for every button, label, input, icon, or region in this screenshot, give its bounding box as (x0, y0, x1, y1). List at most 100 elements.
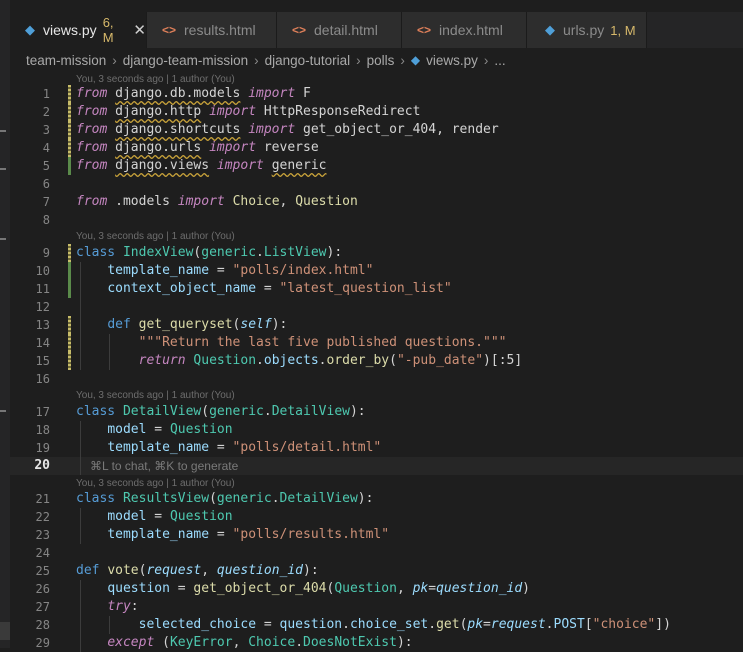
code-text: model = Question (107, 509, 233, 524)
git-added-marker (68, 244, 71, 262)
breadcrumb-item[interactable]: django-tutorial (265, 53, 351, 68)
tab-urls-py[interactable]: ◆ urls.py 1, M (527, 12, 647, 48)
code-line[interactable]: 22 model = Question (10, 508, 743, 526)
activity-indicator (0, 130, 6, 132)
code-lens-text[interactable]: You, 3 seconds ago | 1 author (You) (76, 229, 235, 245)
line-number: 17 (35, 405, 50, 419)
tab-label: index.html (439, 22, 503, 38)
tab-index-html[interactable]: <> index.html (402, 12, 527, 48)
line-number: 21 (35, 492, 50, 506)
line-number: 25 (35, 564, 50, 578)
code-lens: You, 3 seconds ago | 1 author (You) (10, 227, 743, 245)
tab-label: urls.py (563, 22, 605, 38)
current-line[interactable]: 20 ⌘L to chat, ⌘K to generate (10, 457, 743, 475)
code-text: return Question.objects.order_by("-pub_d… (138, 353, 523, 368)
breadcrumb-item[interactable]: polls (367, 53, 395, 68)
tab-views-py[interactable]: ◆ views.py 6, M ✕ (10, 12, 147, 48)
chevron-right-icon: › (356, 52, 361, 68)
code-text: from django.views import generic (76, 158, 327, 173)
code-line[interactable]: 21 class ResultsView(generic.DetailView)… (10, 490, 743, 508)
chevron-right-icon: › (254, 52, 259, 68)
code-lens: You, 3 seconds ago | 1 author (You) (10, 386, 743, 404)
line-number: 3 (42, 123, 50, 137)
code-editor[interactable]: You, 3 seconds ago | 1 author (You) 1 fr… (10, 70, 743, 652)
code-text: template_name = "polls/index.html" (107, 263, 374, 278)
breadcrumb-item[interactable]: django-team-mission (123, 53, 248, 68)
activity-indicator (0, 410, 6, 412)
line-number: 10 (35, 264, 50, 278)
line-number: 4 (42, 141, 50, 155)
line-number: 23 (35, 528, 50, 542)
code-line[interactable]: 24 (10, 544, 743, 562)
code-line[interactable]: 6 (10, 175, 743, 193)
code-text: class ResultsView(generic.DetailView): (76, 491, 374, 506)
line-number: 29 (35, 636, 50, 650)
code-text: from .models import Choice, Question (76, 194, 358, 209)
code-line[interactable]: 11 context_object_name = "latest_questio… (10, 280, 743, 298)
code-text: def vote(request, question_id): (76, 563, 319, 578)
code-line[interactable]: 3 from django.shortcuts import get_objec… (10, 121, 743, 139)
breadcrumb-item[interactable]: ... (494, 53, 505, 68)
activity-indicator (0, 168, 6, 170)
code-text: template_name = "polls/results.html" (107, 527, 390, 542)
line-number: 6 (42, 177, 50, 191)
html-file-icon: <> (417, 23, 432, 37)
tab-badge: 6, M (102, 15, 114, 45)
code-lens-text[interactable]: You, 3 seconds ago | 1 author (You) (76, 388, 235, 404)
line-number: 24 (35, 546, 50, 560)
git-added-marker (68, 334, 71, 352)
code-line[interactable]: 18 model = Question (10, 421, 743, 439)
line-number: 22 (35, 510, 50, 524)
code-text: def get_queryset(self): (107, 317, 288, 332)
code-line[interactable]: 15 return Question.objects.order_by("-pu… (10, 352, 743, 370)
python-file-icon: ◆ (25, 22, 35, 37)
line-number: 9 (42, 246, 50, 260)
code-line[interactable]: 14 """Return the last five published que… (10, 334, 743, 352)
chevron-right-icon: › (112, 52, 117, 68)
code-text: from django.urls import reverse (76, 140, 319, 155)
line-number: 14 (35, 336, 50, 350)
line-number: 1 (42, 87, 50, 101)
code-text: class DetailView(generic.DetailView): (76, 404, 366, 419)
code-line[interactable]: 17 class DetailView(generic.DetailView): (10, 403, 743, 421)
line-number: 15 (35, 354, 50, 368)
code-line[interactable]: 12 (10, 298, 743, 316)
activity-bar (0, 0, 10, 648)
tab-badge: 1, M (610, 22, 636, 38)
activity-selected-item[interactable] (0, 622, 10, 640)
code-line[interactable]: 13 def get_queryset(self): (10, 316, 743, 334)
breadcrumb-item[interactable]: team-mission (26, 53, 106, 68)
code-text: class IndexView(generic.ListView): (76, 245, 343, 260)
code-line[interactable]: 2 from django.http import HttpResponseRe… (10, 103, 743, 121)
tab-results-html[interactable]: <> results.html (147, 12, 277, 48)
code-line[interactable]: 29 except (KeyError, Choice.DoesNotExist… (10, 634, 743, 652)
code-line[interactable]: 23 template_name = "polls/results.html" (10, 526, 743, 544)
line-number: 27 (35, 600, 50, 614)
tab-detail-html[interactable]: <> detail.html (277, 12, 402, 48)
code-line[interactable]: 27 try: (10, 598, 743, 616)
code-line[interactable]: 5 from django.views import generic (10, 157, 743, 175)
code-line[interactable]: 25 def vote(request, question_id): (10, 562, 743, 580)
code-line[interactable]: 10 template_name = "polls/index.html" (10, 262, 743, 280)
code-text: context_object_name = "latest_question_l… (107, 281, 452, 296)
line-number: 20 (34, 458, 50, 473)
code-line[interactable]: 26 question = get_object_or_404(Question… (10, 580, 743, 598)
breadcrumb-item[interactable]: views.py (426, 53, 478, 68)
inline-ai-hint: ⌘L to chat, ⌘K to generate (90, 459, 239, 473)
line-number: 26 (35, 582, 50, 596)
code-line[interactable]: 19 template_name = "polls/detail.html" (10, 439, 743, 457)
code-line[interactable]: 7 from .models import Choice, Question (10, 193, 743, 211)
code-line[interactable]: 28 selected_choice = question.choice_set… (10, 616, 743, 634)
code-text: model = Question (107, 422, 233, 437)
line-number: 12 (35, 300, 50, 314)
code-line[interactable]: 4 from django.urls import reverse (10, 139, 743, 157)
code-line[interactable]: 9 class IndexView(generic.ListView): (10, 244, 743, 262)
git-modified-marker (68, 262, 71, 280)
chevron-right-icon: › (483, 52, 489, 68)
git-modified-marker (68, 157, 71, 175)
close-icon[interactable]: ✕ (133, 21, 146, 39)
editor-tab-bar: ◆ views.py 6, M ✕ <> results.html <> det… (10, 12, 743, 48)
code-line[interactable]: 1 from django.db.models import F (10, 85, 743, 103)
git-added-marker (68, 85, 71, 103)
code-text: question = get_object_or_404(Question, p… (107, 581, 530, 596)
